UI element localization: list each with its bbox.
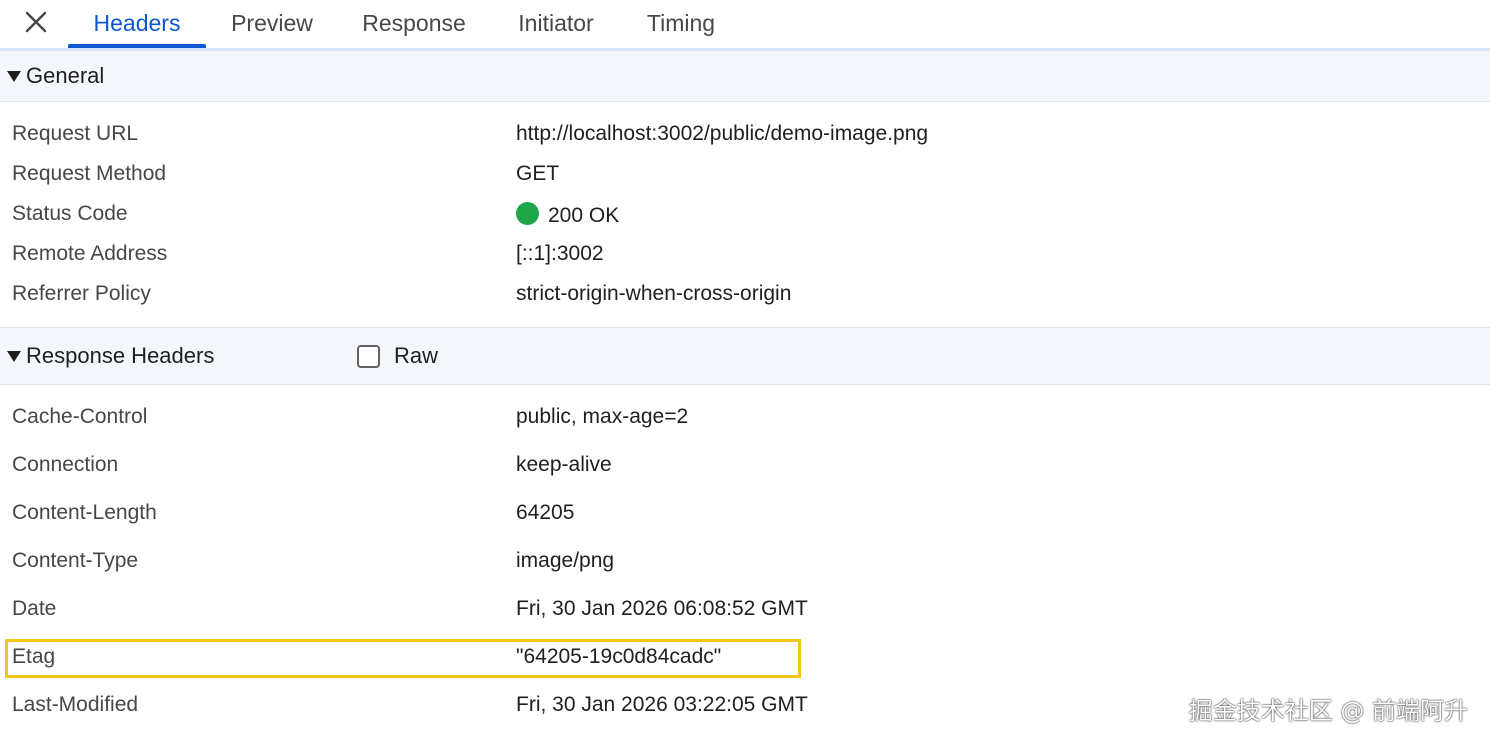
header-value-status[interactable]: 200 OK	[516, 202, 619, 228]
header-value[interactable]: keep-alive	[516, 453, 612, 477]
header-value[interactable]: [::1]:3002	[516, 242, 604, 266]
header-value[interactable]: public, max-age=2	[516, 405, 688, 429]
status-text: 200 OK	[548, 204, 620, 227]
header-key: Referrer Policy	[12, 282, 151, 305]
response-headers-section-title: Response Headers	[26, 343, 215, 368]
header-key: Status Code	[12, 202, 128, 225]
header-key: Content-Type	[12, 549, 139, 572]
etag-highlight-box	[5, 639, 801, 678]
raw-toggle[interactable]: Raw	[357, 343, 438, 369]
watermark-text: 掘金技术社区 @ 前端阿升	[1188, 697, 1468, 725]
header-key: Date	[12, 597, 57, 620]
header-value[interactable]: 64205	[516, 501, 574, 525]
header-value[interactable]: Fri, 30 Jan 2026 03:22:05 GMT	[516, 693, 808, 717]
tab-initiator[interactable]: Initiator	[500, 0, 612, 46]
header-key: Remote Address	[12, 242, 168, 265]
close-icon	[25, 11, 47, 33]
general-section-title: General	[26, 63, 105, 88]
tab-response[interactable]: Response	[348, 0, 480, 46]
raw-checkbox[interactable]	[357, 344, 380, 368]
header-value[interactable]: Fri, 30 Jan 2026 06:08:52 GMT	[516, 597, 808, 621]
response-headers-section-header[interactable]: Response Headers Raw	[0, 327, 1490, 385]
devtools-headers-panel: Headers Preview Response Initiator Timin…	[0, 0, 1490, 744]
raw-label: Raw	[394, 343, 439, 368]
header-key: Content-Length	[12, 501, 157, 524]
header-value[interactable]: strict-origin-when-cross-origin	[516, 282, 791, 306]
tab-timing[interactable]: Timing	[632, 0, 730, 46]
header-key: Cache-Control	[12, 405, 148, 428]
tab-headers[interactable]: Headers	[68, 0, 206, 48]
header-key: Request URL	[12, 122, 139, 145]
tab-bar: Headers Preview Response Initiator Timin…	[0, 0, 1490, 50]
general-section-header[interactable]: General	[0, 50, 1490, 102]
tab-preview[interactable]: Preview	[216, 0, 328, 46]
header-key: Last-Modified	[12, 693, 139, 716]
header-key: Request Method	[12, 162, 167, 185]
expand-triangle-icon	[7, 70, 21, 82]
status-ok-icon	[516, 202, 539, 225]
header-value[interactable]: http://localhost:3002/public/demo-image.…	[516, 122, 928, 146]
expand-triangle-icon	[7, 350, 21, 362]
header-key: Connection	[12, 453, 119, 476]
close-button[interactable]	[18, 4, 54, 40]
header-value[interactable]: GET	[516, 162, 559, 186]
header-value[interactable]: image/png	[516, 549, 614, 573]
